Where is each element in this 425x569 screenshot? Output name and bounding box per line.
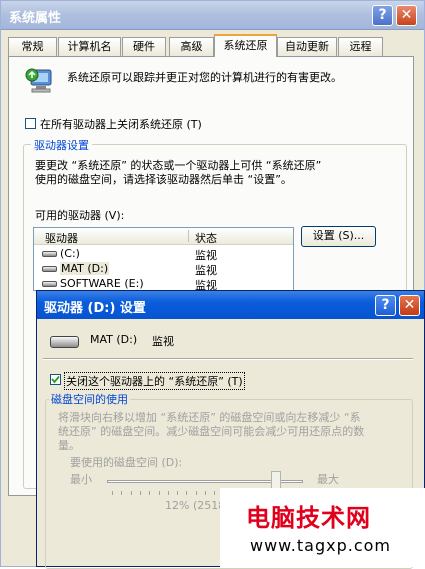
drive-row-c[interactable]: (C:) 监视 bbox=[34, 246, 293, 262]
window-title: 系统属性 bbox=[9, 11, 62, 26]
dialog-separator bbox=[43, 358, 413, 360]
tab-hardware[interactable]: 硬件 bbox=[122, 37, 166, 56]
dialog-help-button[interactable]: ? bbox=[375, 295, 396, 316]
watermark: 电脑技术网 www.tagxp.com bbox=[220, 488, 425, 567]
tab-computer-name[interactable]: 计算机名 bbox=[58, 37, 121, 56]
slider-value-text: 12% (2518 bbox=[165, 499, 226, 512]
tab-system-restore[interactable]: 系统还原 bbox=[214, 34, 277, 57]
slider-tick bbox=[167, 491, 169, 495]
help-button[interactable]: ? bbox=[372, 5, 393, 26]
settings-button[interactable]: 设置 (S)... bbox=[301, 226, 376, 247]
column-status[interactable]: 状态 bbox=[195, 230, 217, 246]
slider-tick bbox=[149, 491, 151, 495]
dialog-title: 驱动器 (D:) 设置 bbox=[44, 301, 146, 316]
disk-space-label: 要使用的磁盘空间 (D): bbox=[70, 456, 183, 469]
watermark-url: www.tagxp.com bbox=[250, 536, 391, 555]
drive-settings-group-title: 驱动器设置 bbox=[31, 137, 92, 153]
drive-icon bbox=[42, 251, 57, 257]
watermark-title: 电脑技术网 bbox=[246, 504, 371, 532]
column-drive[interactable]: 驱动器 bbox=[45, 230, 78, 246]
drive-status: 监视 bbox=[195, 279, 217, 291]
disk-usage-group-title: 磁盘空间的使用 bbox=[49, 391, 130, 407]
listview-header: 驱动器 状态 bbox=[34, 228, 293, 246]
slider-tick bbox=[139, 491, 141, 495]
disable-drive-checkbox[interactable] bbox=[50, 374, 61, 385]
slider-tick bbox=[130, 491, 132, 495]
drive-icon bbox=[50, 336, 79, 348]
drive-name: MAT (D:) bbox=[60, 262, 110, 275]
slider-tick bbox=[121, 491, 123, 495]
drive-settings-text-2: 使用的磁盘空间，请选择该驱动器然后单击 “设置”。 bbox=[35, 173, 292, 186]
drive-icon bbox=[42, 281, 57, 287]
slider-min-label: 最小 bbox=[70, 473, 92, 486]
drive-row-e[interactable]: SOFTWARE (E:) 监视 bbox=[34, 276, 293, 291]
disable-all-checkbox[interactable] bbox=[25, 118, 36, 129]
dialog-close-button[interactable]: ✕ bbox=[399, 295, 420, 316]
usage-text-3: 量。 bbox=[58, 439, 80, 452]
drives-listview[interactable]: 驱动器 状态 (C:) 监视 MAT (D:) 监视 SOFTWARE (E:)… bbox=[33, 227, 294, 291]
slider-tick bbox=[186, 491, 188, 495]
slider-tick bbox=[214, 491, 216, 495]
drive-icon bbox=[42, 266, 57, 272]
usage-text-2: 统还原” 的磁盘空间。减少磁盘空间可能会减少可用还原点的数 bbox=[58, 425, 365, 438]
disable-all-label[interactable]: 在所有驱动器上关闭系统还原 (T) bbox=[40, 116, 202, 132]
tab-general[interactable]: 常规 bbox=[8, 37, 57, 56]
tab-advanced[interactable]: 高级 bbox=[169, 37, 214, 56]
slider-tick bbox=[195, 491, 197, 495]
slider-tick bbox=[112, 491, 113, 495]
dialog-title-bar[interactable]: 驱动器 (D:) 设置 ? ✕ bbox=[37, 291, 424, 319]
title-bar[interactable]: 系统属性 ? ✕ bbox=[1, 1, 424, 30]
tab-remote[interactable]: 远程 bbox=[338, 37, 383, 56]
slider-tick bbox=[205, 491, 206, 495]
disable-drive-label[interactable]: 关闭这个驱动器上的 “系统还原” (T) bbox=[64, 372, 245, 390]
available-drives-label: 可用的驱动器 (V): bbox=[35, 209, 125, 222]
drive-name: SOFTWARE (E:) bbox=[60, 277, 144, 290]
close-button[interactable]: ✕ bbox=[396, 5, 417, 26]
slider-tick bbox=[177, 491, 179, 495]
dialog-drive-status: 监视 bbox=[152, 335, 174, 348]
drive-name: (C:) bbox=[60, 247, 80, 260]
drive-row-d[interactable]: MAT (D:) 监视 bbox=[34, 261, 293, 277]
system-restore-icon bbox=[25, 67, 55, 95]
dialog-drive-name: MAT (D:) bbox=[90, 333, 138, 346]
slider-max-label: 最大 bbox=[317, 473, 339, 486]
tab-auto-update[interactable]: 自动更新 bbox=[277, 37, 337, 56]
restore-description: 系统还原可以跟踪并更正对您的计算机进行的有害更改。 bbox=[67, 71, 342, 84]
slider-tick bbox=[158, 491, 160, 495]
